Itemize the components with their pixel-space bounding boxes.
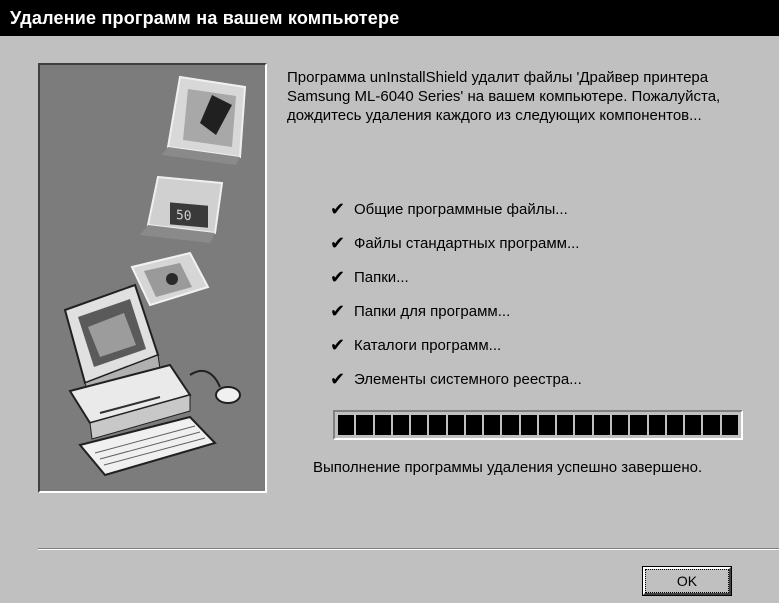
list-item: ✔ Файлы стандартных программ... — [330, 226, 750, 260]
list-item-label: Папки... — [354, 268, 409, 286]
checkmark-icon: ✔ — [330, 301, 346, 321]
list-item-label: Элементы системного реестра... — [354, 370, 582, 388]
progress-segment — [392, 415, 410, 435]
progress-segment — [721, 415, 738, 435]
progress-segment — [611, 415, 629, 435]
progress-segment — [593, 415, 610, 435]
checkmark-icon: ✔ — [330, 335, 346, 355]
progress-segment — [338, 415, 355, 435]
checkmark-icon: ✔ — [330, 233, 346, 253]
separator — [38, 548, 779, 550]
floating-card-icon — [130, 251, 210, 307]
list-item-label: Папки для программ... — [354, 302, 511, 320]
checkmark-icon: ✔ — [330, 267, 346, 287]
progress-segment — [411, 415, 428, 435]
progress-segment — [666, 415, 684, 435]
mouse-icon — [189, 369, 241, 404]
checkmark-icon: ✔ — [330, 199, 346, 219]
list-item: ✔ Элементы системного реестра... — [330, 362, 750, 396]
progress-segment — [703, 415, 720, 435]
progress-segment — [484, 415, 501, 435]
ok-button-label: OK — [645, 569, 729, 593]
list-item: ✔ Папки для программ... — [330, 294, 750, 328]
progress-segment — [538, 415, 556, 435]
progress-segment — [575, 415, 592, 435]
uninstall-dialog: Удаление программ на вашем компьютере 50 — [0, 0, 779, 603]
floating-display-icon: 50 — [140, 175, 224, 243]
progress-segment — [630, 415, 647, 435]
list-item-label: Общие программные файлы... — [354, 200, 568, 218]
list-item: ✔ Каталоги программ... — [330, 328, 750, 362]
intro-text: Программа unInstallShield удалит файлы '… — [287, 69, 721, 124]
list-item-label: Файлы стандартных программ... — [354, 234, 580, 252]
list-item: ✔ Папки... — [330, 260, 750, 294]
progress-segment — [429, 415, 446, 435]
progress-segment — [374, 415, 391, 435]
list-item-label: Каталоги программ... — [354, 336, 502, 354]
display-readout: 50 — [176, 208, 192, 224]
component-list: ✔ Общие программные файлы... ✔ Файлы ста… — [330, 192, 750, 396]
progress-segment — [685, 415, 702, 435]
progress-segment — [648, 415, 665, 435]
progress-segment — [465, 415, 483, 435]
window-title: Удаление программ на вашем компьютере — [0, 0, 779, 36]
floating-document-icon — [162, 75, 247, 165]
progress-segment — [520, 415, 537, 435]
computer-illustration-icon: 50 — [63, 75, 247, 477]
ok-button[interactable]: OK — [642, 566, 732, 596]
checkmark-icon: ✔ — [330, 369, 346, 389]
progress-segment — [447, 415, 464, 435]
progress-bar — [333, 410, 743, 440]
progress-segment — [557, 415, 574, 435]
status-text: Выполнение программы удаления успешно за… — [313, 459, 703, 476]
list-item: ✔ Общие программные файлы... — [330, 192, 750, 226]
computer-illustration: 50 — [38, 63, 267, 493]
progress-segment — [356, 415, 373, 435]
progress-segment — [502, 415, 519, 435]
